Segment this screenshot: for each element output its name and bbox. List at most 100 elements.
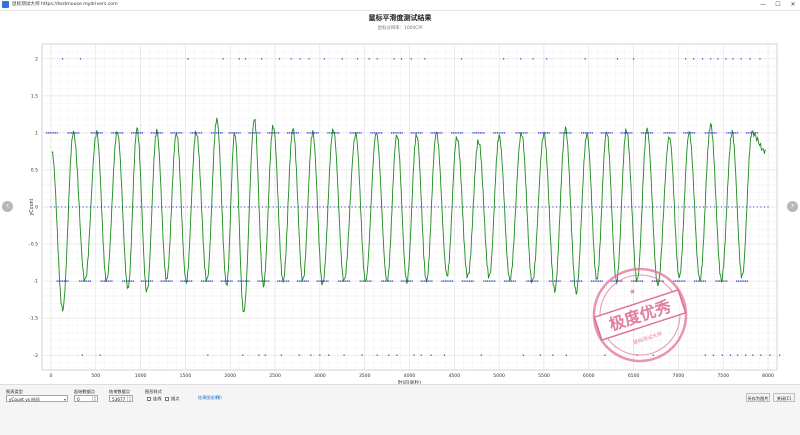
prev-chart-arrow[interactable]: ‹ — [2, 201, 13, 212]
dot-point — [380, 206, 382, 208]
dot-point — [505, 206, 507, 208]
dot-point — [406, 280, 408, 282]
end-point-input[interactable]: 53677 ▴ ▾ — [109, 395, 133, 402]
dot-point — [62, 58, 64, 60]
dot-point — [216, 132, 218, 134]
dot-point — [702, 280, 705, 282]
dot-point — [396, 132, 398, 134]
dot-point — [186, 206, 188, 208]
dot-point — [396, 354, 398, 356]
start-point-value: 0 — [77, 397, 80, 402]
dot-point — [238, 58, 240, 60]
dot-point — [472, 280, 474, 282]
close-button[interactable]: 关闭(C) — [773, 393, 795, 402]
dot-point — [79, 58, 82, 60]
dot-point — [494, 132, 497, 134]
dot-point — [53, 132, 55, 134]
dot-point — [369, 206, 371, 208]
dot-point — [113, 132, 115, 134]
dot-point — [433, 132, 436, 134]
spin-arrows-icon[interactable]: ▴ ▾ — [92, 396, 97, 401]
x-tick-label: 5000 — [493, 373, 505, 379]
dot-point — [726, 280, 728, 282]
dot-point — [171, 280, 173, 282]
save-image-button[interactable]: 另存为图片 — [746, 393, 770, 402]
dot-point — [104, 206, 106, 208]
dot-point — [479, 132, 481, 134]
dot-point — [70, 132, 73, 134]
dot-point — [315, 206, 317, 208]
dot-point — [713, 132, 715, 134]
y-tick-label: -2 — [33, 353, 38, 359]
app-icon — [2, 1, 9, 8]
dot-point — [187, 280, 189, 282]
dot-point — [384, 280, 386, 282]
dot-point — [620, 132, 622, 134]
dot-point — [756, 132, 758, 134]
dot-point — [315, 132, 317, 134]
connect-lines-label: 连线 — [153, 396, 162, 401]
dot-point — [74, 132, 76, 134]
dot-point — [398, 132, 400, 134]
dot-point — [308, 58, 310, 60]
dot-point — [270, 132, 273, 134]
y-tick-label: -1 — [33, 279, 38, 285]
dot-point — [495, 206, 497, 208]
dot-point — [305, 280, 308, 282]
dot-point — [752, 354, 754, 356]
dot-point — [165, 206, 167, 208]
dot-point — [348, 280, 351, 282]
dot-point — [552, 354, 554, 356]
dot-point — [749, 132, 751, 134]
dot-point — [136, 132, 138, 134]
dot-point — [759, 58, 761, 60]
dot-point — [719, 280, 721, 282]
minimize-button[interactable]: — — [756, 0, 770, 10]
x-tick-label: 0 — [49, 373, 52, 379]
spin-arrows-icon[interactable]: ▴ ▾ — [127, 396, 132, 401]
dot-point — [276, 132, 278, 134]
dot-point — [102, 280, 104, 282]
x-tick-label: 6000 — [583, 373, 595, 379]
start-point-input[interactable]: 0 ▴ ▾ — [74, 395, 98, 402]
dot-point — [261, 280, 263, 282]
dot-point — [695, 280, 697, 282]
next-chart-arrow[interactable]: › — [787, 201, 798, 212]
dot-point — [573, 206, 575, 208]
show-dots-checkbox[interactable] — [165, 397, 169, 401]
dot-point — [93, 206, 95, 208]
dot-point — [237, 132, 239, 134]
dot-point — [172, 132, 174, 134]
dot-point — [465, 280, 467, 282]
dot-point — [737, 280, 740, 282]
dot-point — [651, 132, 654, 134]
dot-point — [149, 280, 152, 282]
dot-point — [195, 132, 197, 134]
dot-point — [704, 354, 706, 356]
dot-point — [690, 132, 692, 134]
dot-point — [341, 280, 343, 282]
connect-lines-checkbox[interactable] — [147, 397, 151, 401]
dot-point — [162, 280, 164, 282]
dot-point — [144, 280, 146, 282]
dot-point — [642, 132, 645, 134]
maximize-button[interactable]: ☐ — [771, 0, 785, 10]
dot-point — [138, 132, 140, 134]
dot-point — [568, 132, 570, 134]
dot-point — [330, 206, 332, 208]
dot-point — [210, 132, 213, 134]
dot-point — [125, 206, 127, 208]
dot-point — [692, 206, 694, 208]
dot-point — [751, 132, 753, 134]
dot-point — [244, 280, 247, 282]
dot-point — [641, 132, 643, 134]
dot-point — [104, 280, 106, 282]
dot-point — [400, 58, 403, 60]
dot-point — [69, 132, 71, 134]
chart-type-select[interactable]: yCount vs 时间 ▾ — [6, 395, 68, 402]
dot-point — [118, 132, 120, 134]
close-window-button[interactable]: ✕ — [786, 0, 800, 10]
dot-point — [444, 206, 446, 208]
dot-point — [712, 354, 714, 356]
y-tick-label: -1.5 — [29, 316, 38, 322]
